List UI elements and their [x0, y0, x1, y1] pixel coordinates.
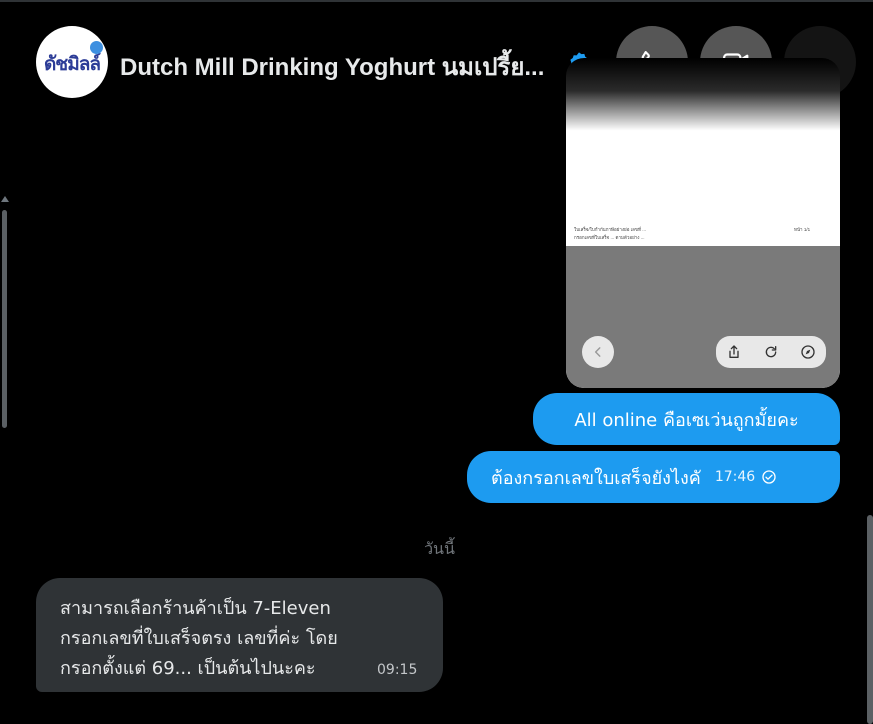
date-separator: วันนี้ — [0, 537, 873, 562]
date-separator-label: วันนี้ — [424, 539, 455, 558]
message-timestamp: 17:46 — [714, 469, 756, 485]
message-line: สามารถเลือกร้านค้าเป็น 7-Eleven — [60, 598, 331, 619]
receipt-text-line: ใบเสร็จ/ใบกำกับภาษีอย่างย่อ เลขที่ ... — [574, 227, 646, 232]
image-attachment[interactable]: ใบเสร็จ/ใบกำกับภาษีอย่างย่อ เลขที่ ... ห… — [566, 58, 840, 388]
outgoing-message[interactable]: ต้องกรอกเลขใบเสร็จยังไงคั 17:46 — [467, 451, 840, 503]
image-back-button — [582, 336, 614, 368]
conversation-title[interactable]: Dutch Mill Drinking Yoghurt นมเปรี้ย... — [120, 47, 544, 86]
read-check-icon — [762, 470, 776, 484]
message-timestamp: 09:15 — [377, 662, 418, 678]
message-text: สามารถเลือกร้านค้าเป็น 7-Eleven กรอกเลขท… — [60, 594, 338, 684]
message-text: All online คือเซเว่นถูกมั้ยคะ — [574, 409, 799, 431]
receipt-page-text: หน้า 1/1 — [794, 227, 811, 232]
refresh-icon — [765, 346, 777, 358]
share-icon — [729, 345, 739, 358]
image-browser-toolbar — [716, 336, 826, 368]
left-scrollbar[interactable] — [0, 196, 10, 436]
outgoing-message[interactable]: All online คือเซเว่นถูกมั้ยคะ — [533, 393, 840, 445]
scroll-thumb[interactable] — [2, 210, 7, 428]
avatar[interactable]: ดัชมิลล์ — [36, 26, 108, 98]
receipt-text-line: กรอกเลขที่ใบเสร็จ ... ตามตัวอย่าง ... — [574, 235, 645, 240]
scroll-up-arrow-icon[interactable] — [1, 196, 9, 202]
compass-icon — [800, 345, 815, 359]
message-text: ต้องกรอกเลขใบเสร็จยังไงคั — [491, 467, 701, 489]
message-line: กรอกเลขที่ใบเสร็จตรง เลขที่ค่ะ โดย — [60, 628, 338, 649]
back-icon — [594, 347, 601, 357]
incoming-message[interactable]: สามารถเลือกร้านค้าเป็น 7-Eleven กรอกเลขท… — [36, 578, 443, 692]
top-border — [0, 0, 873, 2]
avatar-logo-text: ดัชมิลล์ — [43, 53, 101, 75]
avatar-droplet-icon — [90, 41, 103, 54]
message-line: กรอกตั้งแต่ 69... เป็นต้นไปนะคะ — [60, 658, 316, 679]
